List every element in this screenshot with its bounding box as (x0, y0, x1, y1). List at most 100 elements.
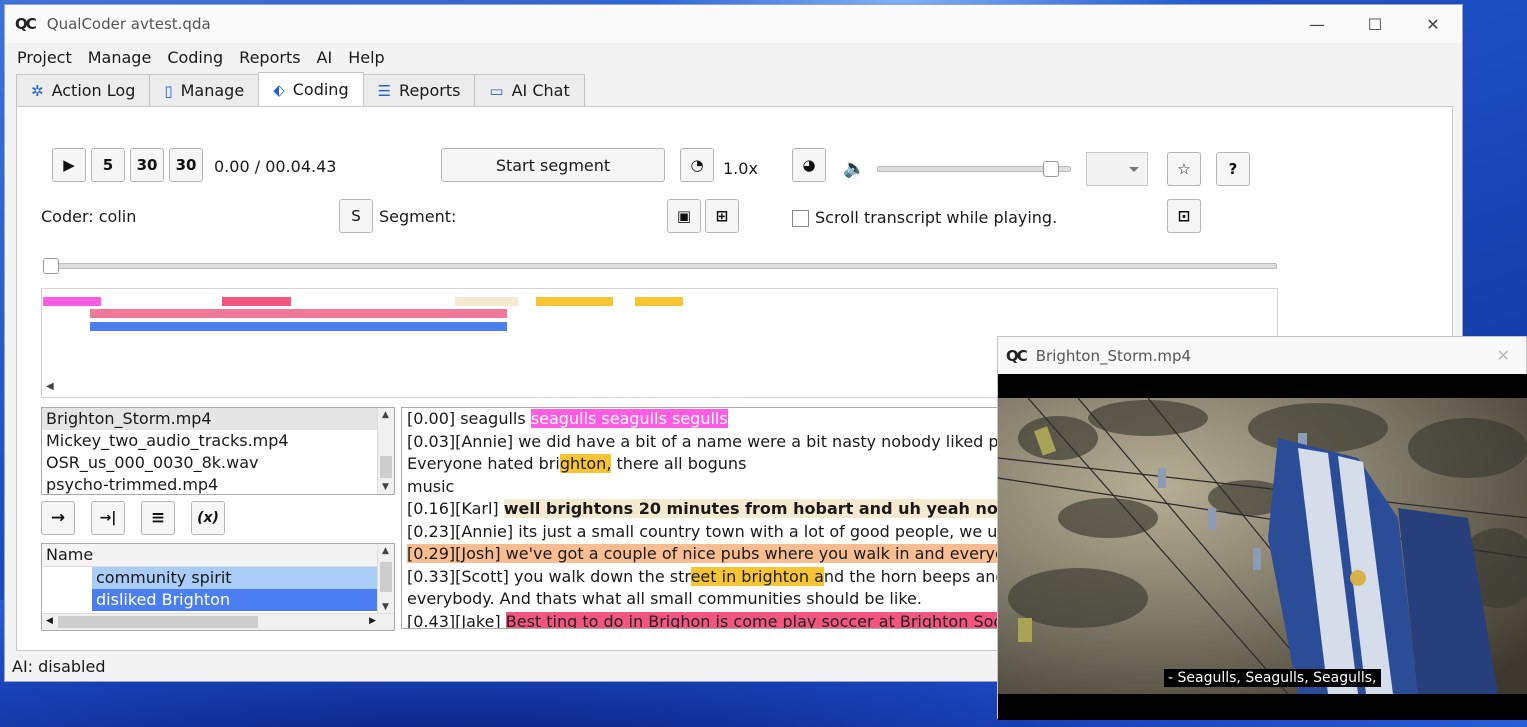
transcript-text-run: [0.23][Annie] its just a small country t… (407, 521, 1021, 541)
volume-slider-handle[interactable] (1042, 161, 1059, 177)
gear-icon: ✲ (31, 81, 44, 100)
list-item[interactable]: psycho-trimmed.mp4 (42, 474, 394, 494)
transcript-line[interactable]: [0.43][Jake] Best ting to do in Brighon … (402, 611, 1020, 629)
file-list-scrollbar[interactable]: ▲ ▼ (377, 408, 394, 494)
volume-slider[interactable] (877, 166, 1071, 172)
scroll-left-icon[interactable]: ◀ (46, 381, 54, 392)
menu-help[interactable]: Help (340, 48, 392, 67)
menu-manage[interactable]: Manage (80, 48, 160, 67)
segment-s-button[interactable]: S (339, 199, 373, 233)
timeline-segment[interactable] (635, 297, 683, 306)
image-button[interactable]: ▣ (667, 199, 701, 233)
audio-track-select[interactable] (1086, 152, 1148, 186)
transcript-text-run: there all boguns (611, 454, 747, 473)
close-button[interactable]: ✕ (1404, 5, 1462, 43)
tab-label: Coding (292, 80, 349, 99)
codes-header: Name (42, 544, 394, 567)
video-frame: - Seagulls, Seagulls, Seagulls, (998, 398, 1527, 694)
rate-dial-icon: ◔ (690, 156, 704, 174)
add-image-button[interactable]: ⊞ (705, 199, 739, 233)
transcript-line[interactable]: [0.33][Scott] you walk down the street i… (402, 566, 1020, 589)
list-item[interactable]: Brighton_Storm.mp4 (42, 408, 394, 430)
tab-coding[interactable]: ⬖ Coding (258, 72, 364, 106)
timeline-segment[interactable] (536, 297, 613, 306)
transcript-text-run: [0.16][Karl] (407, 499, 504, 518)
transcript-text-run: music (407, 476, 455, 496)
segment-label: Segment: (379, 207, 457, 226)
transcript-line[interactable]: [0.00] seagulls seagulls seagulls segull… (402, 408, 1020, 431)
video-window: QC Brighton_Storm.mp4 ✕ - Seagulls, Seag… (997, 336, 1527, 720)
coded-text: [0.29][Josh] we've got a couple of nice … (407, 544, 1020, 563)
transcript-line[interactable]: everybody. And thats what all small comm… (402, 588, 1020, 611)
chat-icon: ▭ (489, 81, 504, 100)
forward-icon: 30 (175, 156, 197, 174)
speed-button[interactable]: ◕ (792, 148, 826, 182)
next-file-button[interactable]: → (41, 501, 75, 535)
tag-icon: ⬖ (273, 80, 285, 99)
menu-project[interactable]: Project (9, 48, 80, 67)
coded-text: eet in brighton a (690, 566, 824, 586)
tab-manage[interactable]: ▯ Manage (149, 74, 260, 106)
play-button[interactable]: ▶ (52, 148, 86, 182)
rewind-5-button[interactable]: 5 (91, 148, 125, 182)
code-item[interactable]: community spirit (92, 567, 394, 589)
close-button[interactable]: ✕ (1497, 346, 1510, 365)
last-file-button[interactable]: →| (91, 501, 125, 535)
position-slider[interactable] (49, 263, 1277, 269)
video-player[interactable]: - Seagulls, Seagulls, Seagulls, (998, 374, 1527, 720)
tab-label: Action Log (51, 81, 136, 100)
start-segment-button[interactable]: Start segment (441, 148, 665, 182)
code-item[interactable]: disliked Brighton (92, 589, 394, 611)
timeline-segment[interactable] (455, 297, 518, 306)
tab-reports[interactable]: ☰ Reports (362, 74, 476, 106)
variables-button[interactable]: (x) (191, 501, 225, 535)
bookmark-button[interactable]: ☆ (1167, 152, 1201, 186)
transcript-text-run: nd the horn beeps and someo (823, 566, 1020, 586)
menu-coding[interactable]: Coding (159, 48, 231, 67)
playback-rate-button[interactable]: ◔ (680, 148, 714, 182)
timeline-segment[interactable] (90, 322, 507, 331)
transcript-line[interactable]: music (402, 476, 1020, 499)
transcript-line[interactable]: [0.29][Josh] we've got a couple of nice … (402, 543, 1020, 566)
app-logo: QC (15, 15, 37, 33)
transcript-text[interactable]: [0.00] seagulls seagulls seagulls segull… (401, 407, 1021, 629)
arrow-to-end-icon: →| (99, 510, 117, 526)
rewind-30-button[interactable]: 30 (130, 148, 164, 182)
image-icon: ▣ (676, 207, 692, 225)
volume-icon: 🔈 (843, 158, 866, 179)
forward-30-button[interactable]: 30 (169, 148, 203, 182)
status-bar: AI: disabled (12, 657, 106, 676)
codes-tree: Name community spirit disliked Brighton … (41, 543, 395, 631)
timeline-segment[interactable] (43, 297, 101, 306)
memo-button[interactable]: ≡ (141, 501, 175, 535)
menu-ai[interactable]: AI (309, 48, 341, 67)
tab-ai-chat[interactable]: ▭ AI Chat (474, 74, 585, 106)
tab-label: Manage (180, 81, 245, 100)
position-slider-handle[interactable] (43, 258, 59, 274)
list-item[interactable]: OSR_us_000_0030_8k.wav (42, 452, 394, 474)
menu-reports[interactable]: Reports (231, 48, 308, 67)
video-subtitle: - Seagulls, Seagulls, Seagulls, (1164, 669, 1381, 687)
codes-scrollbar[interactable]: ▲ ▼ (377, 544, 394, 614)
transcript-line[interactable]: [0.16][Karl] well brightons 20 minutes f… (402, 498, 1020, 521)
document-icon: ▯ (164, 81, 173, 100)
help-button[interactable]: ? (1216, 152, 1250, 186)
tab-label: AI Chat (511, 81, 570, 100)
star-icon: ☆ (1177, 160, 1191, 178)
timeline-segment[interactable] (222, 297, 291, 306)
video-title-bar: QC Brighton_Storm.mp4 ✕ (998, 337, 1526, 374)
play-icon: ▶ (63, 156, 75, 174)
timeline-segment[interactable] (90, 309, 507, 318)
codes-h-scrollbar[interactable]: ◀ ▶ (42, 613, 394, 630)
screenshot-button[interactable]: ⊡ (1167, 199, 1201, 233)
list-item[interactable]: Mickey_two_audio_tracks.mp4 (42, 430, 394, 452)
transcript-line[interactable]: Everyone hated brighton, there all bogun… (402, 453, 1020, 476)
transcript-line[interactable]: [0.23][Annie] its just a small country t… (402, 521, 1020, 544)
transcript-line[interactable]: [0.03][Annie] we did have a bit of a nam… (402, 431, 1020, 454)
transcript-text-run: [0.33][Scott] you walk down the str (407, 566, 691, 586)
scroll-transcript-checkbox[interactable] (792, 210, 809, 227)
transcript-text-run: [0.43][Jake] (407, 611, 506, 629)
maximize-button[interactable]: ☐ (1346, 5, 1404, 43)
tab-action-log[interactable]: ✲ Action Log (16, 74, 151, 106)
minimize-button[interactable]: — (1288, 5, 1346, 43)
